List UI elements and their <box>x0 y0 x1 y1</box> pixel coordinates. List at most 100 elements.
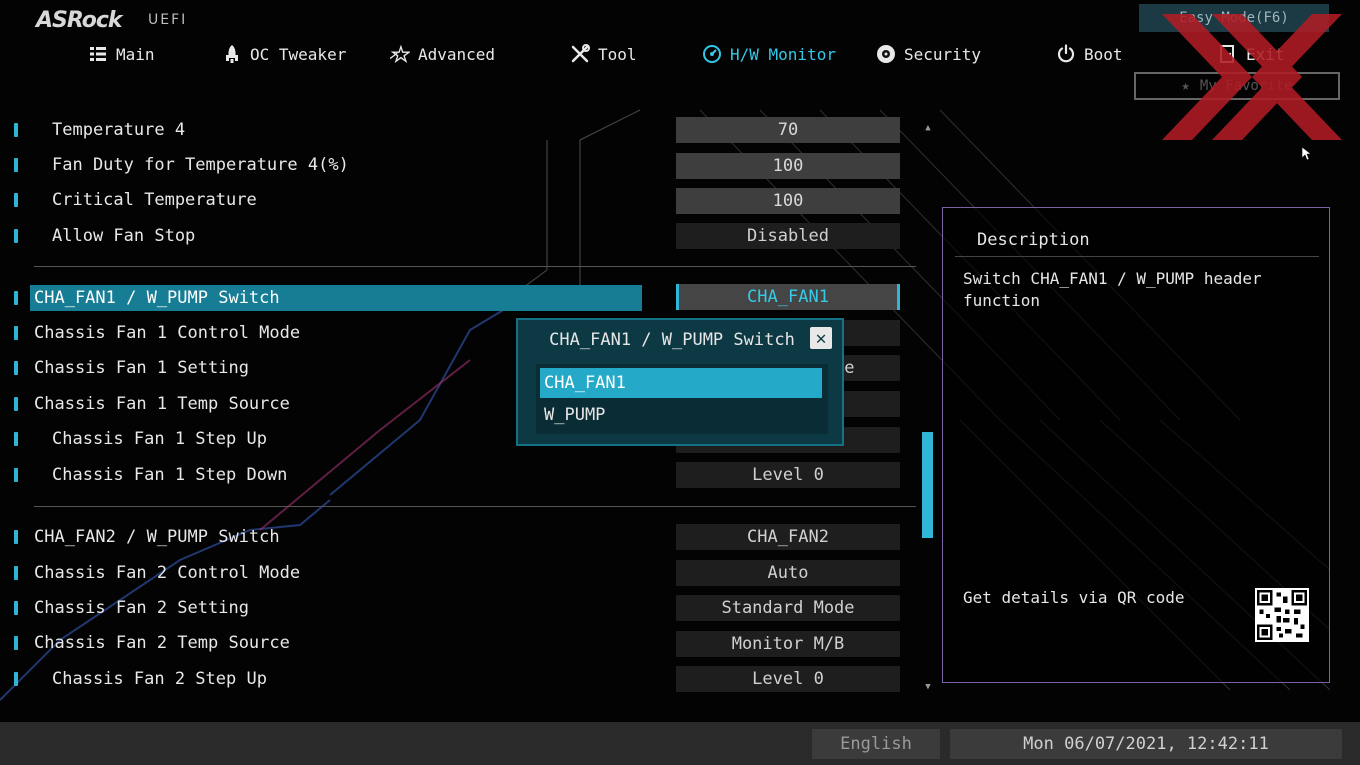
tab-boot[interactable]: Boot <box>1056 42 1123 66</box>
setting-value-allow-fan-stop[interactable]: Disabled <box>676 223 900 249</box>
scrollbar-thumb[interactable] <box>922 432 933 538</box>
setting-label: Allow Fan Stop <box>52 226 196 246</box>
description-text: Switch CHA_FAN1 / W_PUMP header function <box>963 269 1262 310</box>
setting-row-chassis-fan2-control-mode[interactable]: Chassis Fan 2 Control Mode <box>14 560 300 586</box>
monitor-gauge-icon <box>702 44 722 64</box>
setting-label: Chassis Fan 2 Temp Source <box>34 633 290 653</box>
shield-icon <box>876 44 896 64</box>
close-icon[interactable]: ✕ <box>810 327 832 349</box>
row-marker <box>14 193 18 207</box>
list-icon <box>88 44 108 64</box>
datetime-display: Mon 06/07/2021, 12:42:11 <box>950 729 1342 759</box>
setting-label: Temperature 4 <box>52 120 186 140</box>
tab-tool[interactable]: Tool <box>570 42 637 66</box>
scroll-down-icon[interactable]: ▼ <box>922 682 934 692</box>
tab-label: Boot <box>1084 44 1123 64</box>
tab-hw-monitor[interactable]: H/W Monitor <box>702 42 836 66</box>
setting-value-fan-duty-temp-4[interactable]: 100 <box>676 153 900 179</box>
row-marker <box>14 291 18 305</box>
asrock-logo: ASRock <box>36 8 123 33</box>
setting-row-cha-fan1-switch[interactable]: CHA_FAN1 / W_PUMP Switch <box>14 285 642 311</box>
setting-value-cha-fan2-switch[interactable]: CHA_FAN2 <box>676 524 900 550</box>
row-marker <box>14 397 18 411</box>
tab-label: Main <box>116 44 155 64</box>
row-marker <box>14 601 18 615</box>
setting-row-critical-temperature[interactable]: Critical Temperature <box>14 187 257 213</box>
setting-row-chassis-fan2-step-up[interactable]: Chassis Fan 2 Step Up <box>14 666 267 692</box>
setting-row-chassis-fan2-setting[interactable]: Chassis Fan 2 Setting <box>14 595 249 621</box>
power-icon <box>1056 44 1076 64</box>
scrollbar-track[interactable] <box>922 118 934 694</box>
row-marker <box>14 636 18 650</box>
qr-code-icon <box>1255 588 1309 642</box>
tab-label: Tool <box>598 44 637 64</box>
row-marker <box>14 432 18 446</box>
row-marker <box>14 566 18 580</box>
option-cha-fan1[interactable]: CHA_FAN1 <box>540 368 822 398</box>
tab-security[interactable]: Security <box>876 42 981 66</box>
mouse-cursor-icon <box>1302 147 1312 161</box>
setting-label: CHA_FAN1 / W_PUMP Switch <box>30 285 642 311</box>
tab-label: Security <box>904 44 982 64</box>
setting-row-cha-fan2-switch[interactable]: CHA_FAN2 / W_PUMP Switch <box>14 524 280 550</box>
row-marker <box>14 229 18 243</box>
setting-row-fan-duty-temp-4[interactable]: Fan Duty for Temperature 4(%) <box>14 152 349 178</box>
tab-label: Advanced <box>418 44 496 64</box>
tab-label: H/W Monitor <box>730 44 836 64</box>
row-marker <box>14 672 18 686</box>
option-select-dialog: CHA_FAN1 / W_PUMP Switch ✕ CHA_FAN1 W_PU… <box>516 318 844 446</box>
setting-value-chassis-fan2-setting[interactable]: Standard Mode <box>676 595 900 621</box>
tab-main[interactable]: Main <box>88 42 155 66</box>
description-title: Description <box>977 230 1090 250</box>
setting-value-chassis-fan1-step-down[interactable]: Level 0 <box>676 462 900 488</box>
uefi-label: UEFI <box>148 12 188 28</box>
tab-advanced[interactable]: Advanced <box>390 42 495 66</box>
setting-value-chassis-fan2-temp-source[interactable]: Monitor M/B <box>676 631 900 657</box>
section-divider <box>34 266 916 267</box>
setting-label: Chassis Fan 2 Setting <box>34 598 249 618</box>
setting-row-chassis-fan1-control-mode[interactable]: Chassis Fan 1 Control Mode <box>14 320 300 346</box>
row-marker <box>14 158 18 172</box>
description-panel: Description Switch CHA_FAN1 / W_PUMP hea… <box>942 207 1330 683</box>
tools-icon <box>570 44 590 64</box>
setting-label: Chassis Fan 1 Step Down <box>52 465 288 485</box>
setting-label: Chassis Fan 2 Control Mode <box>34 563 301 583</box>
description-divider <box>955 256 1319 257</box>
setting-value-cha-fan1-switch[interactable]: CHA_FAN1 <box>676 284 900 310</box>
setting-row-chassis-fan1-temp-source[interactable]: Chassis Fan 1 Temp Source <box>14 391 290 417</box>
qr-hint-text: Get details via QR code <box>963 588 1185 607</box>
setting-row-chassis-fan1-step-down[interactable]: Chassis Fan 1 Step Down <box>14 462 287 488</box>
setting-label: Chassis Fan 1 Temp Source <box>34 394 290 414</box>
setting-value-chassis-fan2-control-mode[interactable]: Auto <box>676 560 900 586</box>
setting-label: Chassis Fan 1 Setting <box>34 358 249 378</box>
watermark-logo-icon <box>1162 14 1342 140</box>
setting-row-chassis-fan1-setting[interactable]: Chassis Fan 1 Setting <box>14 355 249 381</box>
row-marker <box>14 530 18 544</box>
setting-label: Fan Duty for Temperature 4(%) <box>52 155 349 175</box>
setting-row-chassis-fan1-step-up[interactable]: Chassis Fan 1 Step Up <box>14 426 267 452</box>
setting-value-chassis-fan2-step-up[interactable]: Level 0 <box>676 666 900 692</box>
tab-label: OC Tweaker <box>250 44 347 64</box>
tab-oc-tweaker[interactable]: OC Tweaker <box>222 42 346 66</box>
dialog-title: CHA_FAN1 / W_PUMP Switch <box>549 330 795 350</box>
row-marker <box>14 361 18 375</box>
setting-value-critical-temperature[interactable]: 100 <box>676 188 900 214</box>
scroll-up-icon[interactable]: ▲ <box>922 123 934 133</box>
language-button[interactable]: English <box>812 729 940 759</box>
row-marker <box>14 326 18 340</box>
option-w-pump[interactable]: W_PUMP <box>540 400 822 430</box>
setting-label: Critical Temperature <box>52 190 257 210</box>
rocket-icon <box>222 44 242 64</box>
section-divider <box>34 506 916 507</box>
setting-label: Chassis Fan 1 Step Up <box>52 429 267 449</box>
setting-label: Chassis Fan 2 Step Up <box>52 669 267 689</box>
option-list: CHA_FAN1 W_PUMP <box>536 364 828 434</box>
setting-value-temperature-4[interactable]: 70 <box>676 117 900 143</box>
setting-row-chassis-fan2-temp-source[interactable]: Chassis Fan 2 Temp Source <box>14 630 290 656</box>
setting-row-temperature-4[interactable]: Temperature 4 <box>14 117 185 143</box>
star-icon <box>390 44 410 64</box>
setting-label: Chassis Fan 1 Control Mode <box>34 323 301 343</box>
row-marker <box>14 468 18 482</box>
setting-row-allow-fan-stop[interactable]: Allow Fan Stop <box>14 223 195 249</box>
row-marker <box>14 123 18 137</box>
